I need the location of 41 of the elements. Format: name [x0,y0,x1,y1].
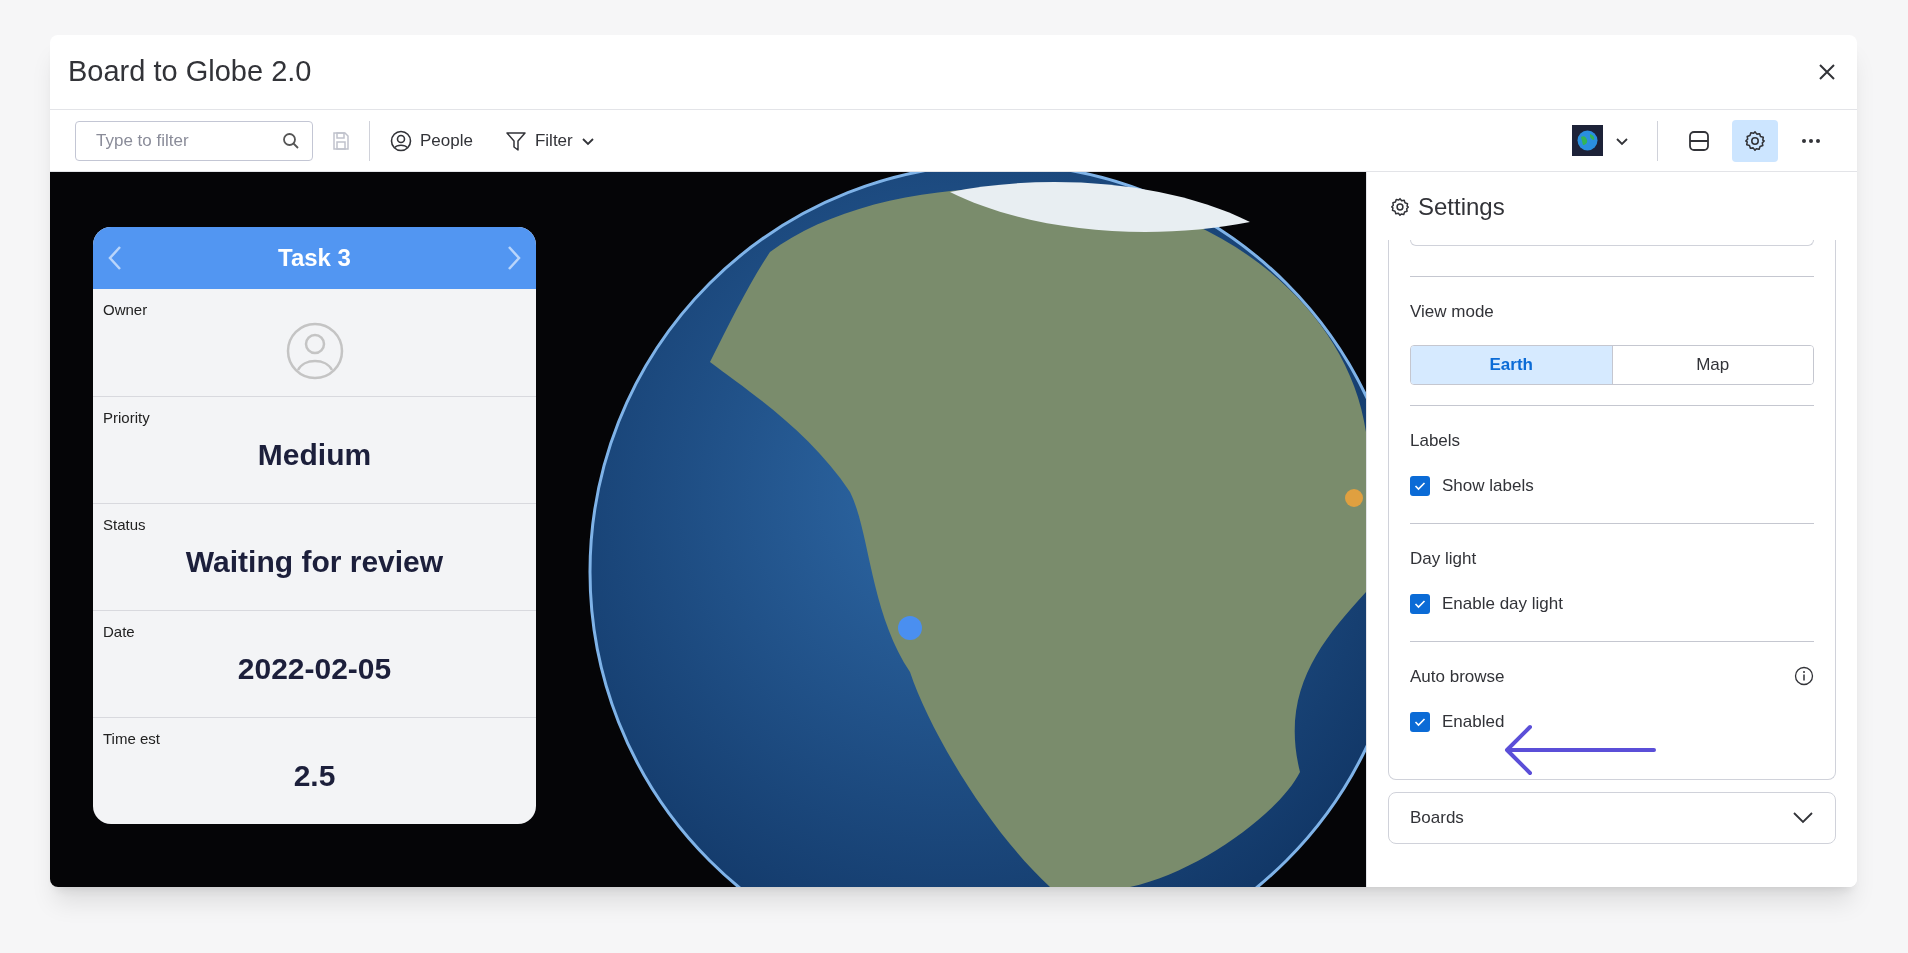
field-value: Waiting for review [185,543,444,580]
close-icon [1818,63,1836,81]
field-value: Medium [257,436,372,473]
section-label: Day light [1410,547,1477,570]
boards-accordion[interactable]: Boards [1388,791,1836,844]
settings-title: Settings [1418,192,1505,222]
settings-button[interactable] [1732,119,1778,162]
funnel-icon [504,129,527,152]
more-icon [1801,137,1821,144]
person-circle-icon [390,129,412,152]
split-layout-icon [1688,129,1710,152]
checkbox[interactable] [1410,593,1430,614]
checkbox-option[interactable]: Enable day light [1410,591,1814,617]
field-label: Date [103,622,135,642]
checkbox[interactable] [1410,711,1430,732]
settings-icon [1744,129,1766,152]
settings-icon [1390,197,1410,217]
view-mode-tab[interactable]: Earth [1411,345,1612,384]
people-button[interactable]: People [382,120,481,161]
info-icon[interactable] [1794,666,1814,687]
section-label: Labels [1410,429,1461,452]
checkbox-option[interactable]: Show labels [1410,473,1814,499]
field-label: Priority [103,408,150,428]
field-value: 2022-02-05 [237,650,392,687]
field-label: Status [103,515,146,535]
filter-input[interactable]: Type to filter [76,121,282,160]
globe-icon [1572,125,1603,156]
view-mode-tab[interactable]: Map [1611,345,1813,384]
field-label: Owner [103,300,148,320]
checkbox[interactable] [1410,475,1430,496]
filter-field[interactable]: Type to filter [75,120,313,161]
search-icon [282,131,300,150]
avatar-placeholder-icon [285,321,344,380]
checkbox-option[interactable]: Enabled [1410,709,1814,735]
filter-button[interactable]: Filter [496,120,603,161]
window-title: Board to Globe 2.0 [68,54,312,90]
field-value: 2.5 [293,757,336,794]
task-title: Task 3 [278,243,351,273]
section-label: View mode [1410,301,1495,323]
field-label: Time est [103,729,160,749]
section-label: Auto browse [1410,665,1505,688]
